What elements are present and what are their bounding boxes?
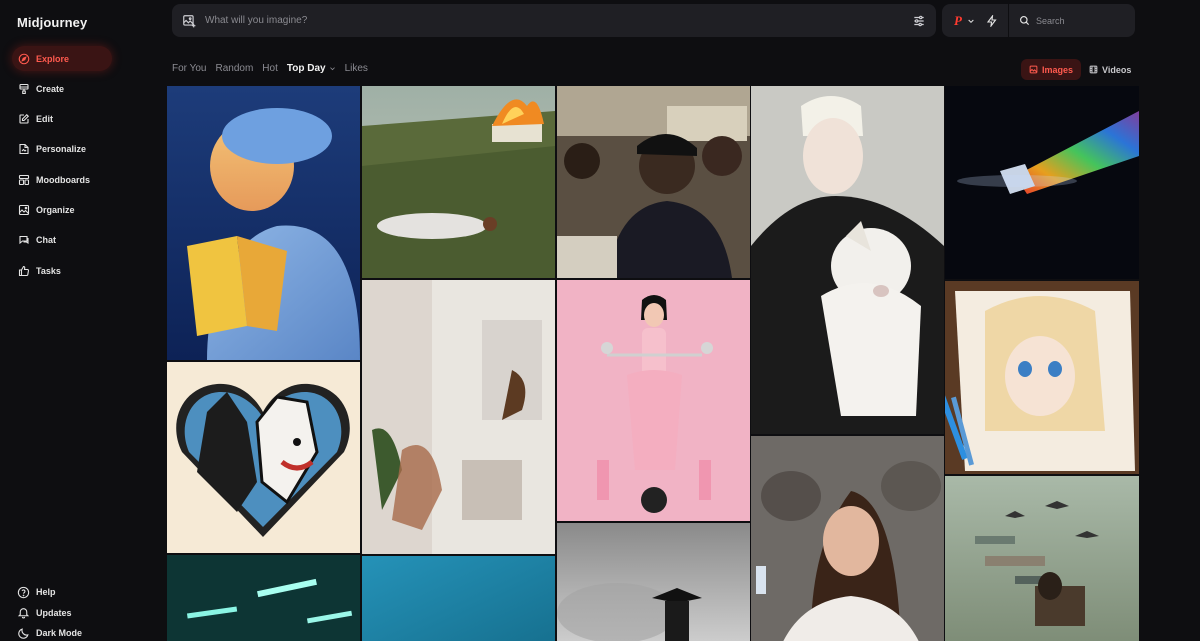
gallery-image[interactable]	[167, 555, 360, 641]
sidebar-item-create[interactable]: Create	[12, 76, 112, 101]
edit-icon	[18, 113, 30, 125]
sidebar-item-label: Tasks	[36, 265, 61, 276]
misty-samurai-photo	[557, 523, 750, 641]
gallery-image[interactable]	[557, 86, 750, 278]
images-filter-label: Images	[1042, 64, 1074, 75]
sidebar-item-label: Chat	[36, 235, 56, 246]
app-logo[interactable]: Midjourney	[17, 15, 87, 30]
thumbs-up-icon	[18, 265, 30, 277]
gallery-image[interactable]	[751, 86, 944, 434]
sidebar-item-moodboards[interactable]: Moodboards	[12, 167, 112, 192]
reading-woman-illustration	[167, 86, 360, 360]
gallery-image[interactable]	[362, 556, 555, 641]
personalization-profile-button[interactable]: P	[954, 13, 975, 29]
main-nav: Explore Create Edit Personalize Moodboar…	[12, 46, 112, 288]
bell-icon	[17, 606, 30, 619]
gallery-image[interactable]	[945, 476, 1139, 641]
gallery-image[interactable]	[362, 280, 555, 554]
woman-in-lecture-hall	[751, 436, 944, 641]
sidebar-item-personalize[interactable]: Personalize	[12, 137, 112, 162]
sidebar-item-label: Updates	[36, 607, 72, 618]
sidebar-item-explore[interactable]: Explore	[12, 46, 112, 71]
gallery-image[interactable]	[557, 280, 750, 521]
prompt-bar	[172, 4, 936, 37]
gallery-image[interactable]	[945, 86, 1139, 279]
compass-icon	[18, 53, 30, 65]
sidebar-item-help[interactable]: Help	[17, 582, 82, 603]
gallery-image[interactable]	[362, 86, 555, 278]
sidebar-item-label: Dark Mode	[36, 628, 83, 639]
sidebar-item-tasks[interactable]: Tasks	[12, 258, 112, 283]
tab-label: Top Day	[286, 63, 326, 74]
sidebar-item-label: Help	[36, 587, 56, 598]
sidebar-item-edit[interactable]: Edit	[12, 107, 112, 132]
glitch-birds-beach-photo	[945, 476, 1139, 641]
tab-likes[interactable]: Likes	[345, 63, 368, 74]
lightning-icon[interactable]	[986, 14, 998, 27]
gallery-image[interactable]	[557, 523, 750, 641]
sidebar-item-label: Moodboards	[36, 174, 90, 185]
personalize-icon	[18, 143, 30, 155]
albino-man-with-dog	[751, 86, 944, 434]
sidebar: Midjourney Explore Create Edit Personali…	[0, 0, 160, 641]
neon-ceiling-photo	[167, 555, 360, 641]
videos-filter-button[interactable]: Videos	[1081, 59, 1139, 80]
chevron-down-icon	[329, 67, 335, 71]
image-gallery	[167, 86, 1139, 641]
tab-random[interactable]: Random	[215, 63, 253, 74]
chevron-down-icon	[968, 19, 974, 23]
gallery-image[interactable]	[167, 362, 360, 553]
tab-hot[interactable]: Hot	[262, 63, 278, 74]
abstract-paint-texture	[362, 280, 555, 554]
help-icon	[17, 586, 30, 599]
sidebar-item-updates[interactable]: Updates	[17, 603, 82, 624]
profile-initial: P	[954, 12, 962, 28]
sidebar-item-label: Organize	[36, 204, 75, 215]
bottom-nav: Help Updates Dark Mode	[17, 582, 82, 641]
toolbar-divider	[1007, 4, 1009, 37]
sidebar-item-label: Create	[36, 83, 65, 94]
sidebar-item-label: Edit	[36, 114, 53, 125]
media-type-toggle: Images Videos	[1021, 59, 1139, 80]
sidebar-item-label: Personalize	[36, 144, 87, 155]
gallery-image[interactable]	[167, 86, 360, 360]
explore-tabs: For You Random Hot Top Day Likes	[172, 63, 377, 74]
sidebar-item-organize[interactable]: Organize	[12, 197, 112, 222]
sliders-icon[interactable]	[912, 14, 926, 28]
tab-for-you[interactable]: For You	[172, 63, 206, 74]
moodboard-icon	[18, 174, 30, 186]
prism-rainbow-photo	[945, 86, 1139, 279]
prompt-input[interactable]	[205, 15, 912, 26]
videos-filter-label: Videos	[1102, 64, 1132, 75]
sidebar-item-label: Explore	[36, 53, 70, 64]
wolves-heart-illustration	[167, 362, 360, 553]
sidebar-item-dark-mode[interactable]: Dark Mode	[17, 623, 82, 641]
classroom-vintage-photo	[557, 86, 750, 278]
anime-girl-sketch	[945, 281, 1139, 474]
paintbrush-icon	[18, 83, 30, 95]
add-image-icon[interactable]	[182, 14, 196, 28]
images-filter-button[interactable]: Images	[1021, 59, 1082, 80]
image-icon	[1029, 65, 1038, 74]
tab-top-day[interactable]: Top Day	[287, 63, 336, 74]
blue-gradient-image	[362, 556, 555, 641]
search-input[interactable]	[1035, 15, 1126, 26]
film-icon	[1089, 65, 1098, 74]
gallery-image[interactable]	[751, 436, 944, 641]
woman-on-pink-scooter	[557, 280, 750, 521]
moon-icon	[17, 627, 30, 640]
sidebar-item-chat[interactable]: Chat	[12, 228, 112, 253]
gallery-image[interactable]	[945, 281, 1139, 474]
tools-bar: P	[942, 4, 1135, 37]
image-icon	[18, 204, 30, 216]
search-icon	[1019, 16, 1029, 26]
chat-icon	[18, 234, 30, 246]
burning-house-field-photo	[362, 86, 555, 278]
